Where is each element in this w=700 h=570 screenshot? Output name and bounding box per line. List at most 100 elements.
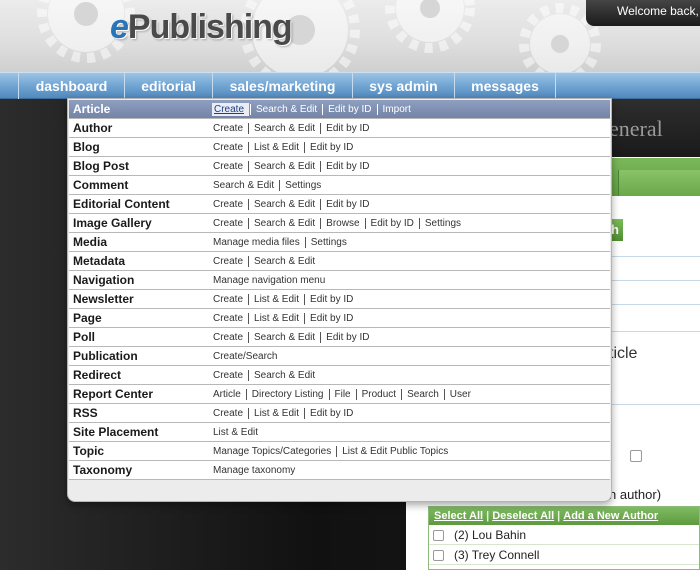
menu-item-newsletter[interactable]: Newsletter [73,290,134,309]
menu-row-blog-post: Blog Post Create Search & Edit Edit by ID [69,157,610,176]
menu-action-blog-list-edit[interactable]: List & Edit [248,142,304,153]
menu-action-newsletter-list-edit[interactable]: List & Edit [248,294,304,305]
menu-item-media[interactable]: Media [73,233,107,252]
menu-action-rss-edit-by-id[interactable]: Edit by ID [304,408,358,419]
nav-tab-messages[interactable]: messages [454,73,556,99]
menu-action-blog-post-create[interactable]: Create [212,161,248,172]
menu-item-article[interactable]: Article [73,100,110,119]
menu-action-blog-post-search-edit[interactable]: Search & Edit [248,161,320,172]
menu-action-editorial-content-create[interactable]: Create [212,199,248,210]
section-tab[interactable] [618,170,700,196]
nav-tab-sales-marketing[interactable]: sales/marketing [212,73,352,99]
menu-action-newsletter-edit-by-id[interactable]: Edit by ID [304,294,358,305]
editorial-dropdown-menu: Article Create Search & Edit Edit by ID Impo… [67,98,612,502]
nav-tab-editorial[interactable]: editorial [124,73,212,99]
menu-item-blog-post[interactable]: Blog Post [73,157,129,176]
menu-item-metadata[interactable]: Metadata [73,252,125,271]
add-author-link[interactable]: Add a New Author [563,510,658,522]
menu-action-image-gallery-create[interactable]: Create [212,218,248,229]
menu-action-comment-settings[interactable]: Settings [279,180,326,191]
menu-action-poll-edit-by-id[interactable]: Edit by ID [320,332,374,343]
menu-action-topic-list-edit-public-topics[interactable]: List & Edit Public Topics [336,446,453,457]
menu-item-publication[interactable]: Publication [73,347,138,366]
menu-action-article-create[interactable]: Create [212,103,250,116]
menu-action-metadata-create[interactable]: Create [212,256,248,267]
nav-tab-dashboard[interactable]: dashboard [18,73,124,99]
menu-action-report-center-user[interactable]: User [443,389,476,400]
menu-action-site-placement-list-edit[interactable]: List & Edit [212,427,263,438]
menu-action-image-gallery-edit-by-id[interactable]: Edit by ID [364,218,419,229]
menu-item-rss[interactable]: RSS [73,404,98,423]
menu-item-blog[interactable]: Blog [73,138,100,157]
option-checkbox[interactable] [630,450,642,462]
menu-row-rss: RSS Create List & Edit Edit by ID [69,404,610,423]
menu-action-report-center-search[interactable]: Search [401,389,444,400]
author-row[interactable]: (3) Trey Connell [429,545,699,565]
menu-item-poll[interactable]: Poll [73,328,95,347]
page-title: eneral [609,116,663,141]
menu-action-redirect-search-edit[interactable]: Search & Edit [248,370,320,381]
menu-action-rss-create[interactable]: Create [212,408,248,419]
deselect-all-link[interactable]: Deselect All [492,510,554,522]
menu-row-topic: Topic Manage Topics/Categories List & Edit… [69,442,610,461]
author-row[interactable]: (2) Lou Bahin [429,525,699,545]
author-note: n author) [609,487,662,502]
menu-item-report-center[interactable]: Report Center [73,385,153,404]
menu-action-redirect-create[interactable]: Create [212,370,248,381]
menu-action-image-gallery-search-edit[interactable]: Search & Edit [248,218,320,229]
menu-action-report-center-product[interactable]: Product [355,389,401,400]
menu-action-poll-search-edit[interactable]: Search & Edit [248,332,320,343]
menu-action-page-edit-by-id[interactable]: Edit by ID [304,313,358,324]
menu-item-page[interactable]: Page [73,309,102,328]
menu-action-comment-search-edit[interactable]: Search & Edit [212,180,279,191]
menu-item-redirect[interactable]: Redirect [73,366,121,385]
menu-action-publication-create-search[interactable]: Create/Search [212,351,282,362]
menu-item-navigation[interactable]: Navigation [73,271,134,290]
menu-action-metadata-search-edit[interactable]: Search & Edit [248,256,320,267]
menu-action-report-center-article[interactable]: Article [212,389,246,400]
app-logo[interactable]: ePublishing [110,8,293,47]
menu-action-rss-list-edit[interactable]: List & Edit [248,408,304,419]
author-checkbox[interactable] [433,550,444,561]
menu-action-topic-manage-topics-categories[interactable]: Manage Topics/Categories [212,446,336,457]
menu-action-report-center-directory-listing[interactable]: Directory Listing [245,389,329,400]
menu-item-author[interactable]: Author [73,119,112,138]
menu-action-author-search-edit[interactable]: Search & Edit [248,123,320,134]
menu-action-taxonomy-manage-taxonomy[interactable]: Manage taxonomy [212,465,300,476]
menu-row-metadata: Metadata Create Search & Edit [69,252,610,271]
nav-tab-sys-admin[interactable]: sys admin [352,73,454,99]
menu-action-report-center-file[interactable]: File [328,389,356,400]
menu-action-navigation-manage-navigation-menu[interactable]: Manage navigation menu [212,275,330,286]
menu-action-editorial-content-search-edit[interactable]: Search & Edit [248,199,320,210]
menu-action-author-edit-by-id[interactable]: Edit by ID [320,123,374,134]
menu-action-editorial-content-edit-by-id[interactable]: Edit by ID [320,199,374,210]
menu-action-media-manage-media-files[interactable]: Manage media files [212,237,305,248]
menu-action-author-create[interactable]: Create [212,123,248,134]
menu-row-actions: Manage media files Settings [212,233,352,252]
menu-action-media-settings[interactable]: Settings [304,237,352,248]
menu-row-report-center: Report Center Article Directory Listing Fil… [69,385,610,404]
menu-row-site-placement: Site Placement List & Edit [69,423,610,442]
menu-action-image-gallery-browse[interactable]: Browse [320,218,364,229]
menu-action-article-edit-by-id[interactable]: Edit by ID [322,104,376,115]
menu-action-image-gallery-settings[interactable]: Settings [418,218,466,229]
menu-action-blog-create[interactable]: Create [212,142,248,153]
select-all-link[interactable]: Select All [434,510,483,522]
menu-action-page-list-edit[interactable]: List & Edit [248,313,304,324]
author-checkbox[interactable] [433,530,444,541]
menu-item-editorial-content[interactable]: Editorial Content [73,195,170,214]
menu-item-comment[interactable]: Comment [73,176,128,195]
menu-action-blog-edit-by-id[interactable]: Edit by ID [304,142,358,153]
menu-action-poll-create[interactable]: Create [212,332,248,343]
menu-action-newsletter-create[interactable]: Create [212,294,248,305]
menu-row-newsletter: Newsletter Create List & Edit Edit by ID [69,290,610,309]
menu-action-blog-post-edit-by-id[interactable]: Edit by ID [320,161,374,172]
menu-item-topic[interactable]: Topic [73,442,104,461]
author-name: (2) Lou Bahin [454,528,527,542]
menu-item-taxonomy[interactable]: Taxonomy [73,461,132,480]
menu-action-page-create[interactable]: Create [212,313,248,324]
menu-item-image-gallery[interactable]: Image Gallery [73,214,152,233]
menu-action-article-import[interactable]: Import [376,104,416,115]
menu-item-site-placement[interactable]: Site Placement [73,423,158,442]
menu-action-article-search-edit[interactable]: Search & Edit [250,104,322,115]
